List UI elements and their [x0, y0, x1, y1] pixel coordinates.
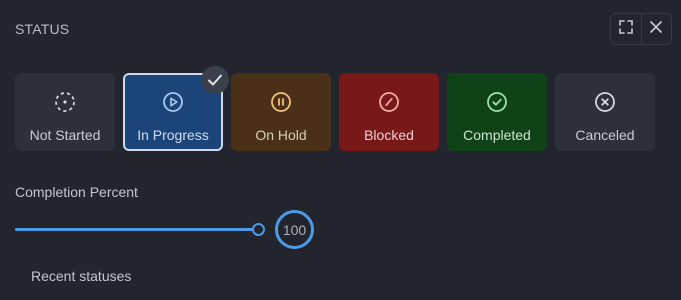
status-option-in-progress[interactable]: In Progress [123, 66, 229, 151]
slider-track-fill [15, 228, 254, 231]
dashed-circle-icon [53, 90, 77, 114]
check-circle-icon [485, 90, 509, 114]
panel-controls [610, 13, 672, 45]
close-icon [649, 20, 663, 39]
fullscreen-button[interactable] [611, 14, 641, 44]
status-option-on-hold[interactable]: On Hold [231, 73, 331, 151]
status-option-label: On Hold [255, 127, 307, 143]
panel-title: STATUS [15, 21, 70, 37]
status-option-label: Completed [463, 127, 531, 143]
completion-percent-label: Completion Percent [15, 184, 138, 200]
status-option-blocked[interactable]: Blocked [339, 73, 439, 151]
status-panel: STATUS Not Started In Progress On Hold Bloc… [0, 0, 681, 300]
completion-value: 100 [275, 210, 314, 249]
status-option-not-started[interactable]: Not Started [15, 73, 115, 151]
fullscreen-icon [618, 19, 634, 40]
status-option-completed[interactable]: Completed [447, 73, 547, 151]
pause-circle-icon [269, 90, 293, 114]
status-options: Not Started In Progress On Hold Blocked Comp… [15, 66, 655, 151]
close-button[interactable] [640, 14, 672, 44]
status-option-label: In Progress [137, 127, 209, 143]
status-option-label: Blocked [364, 127, 414, 143]
x-circle-icon [593, 90, 617, 114]
completion-value-text: 100 [282, 221, 307, 238]
slider-thumb[interactable] [252, 223, 265, 236]
recent-statuses-label: Recent statuses [31, 268, 132, 284]
selected-check-icon [201, 66, 229, 94]
status-option-canceled[interactable]: Canceled [555, 73, 655, 151]
slash-circle-icon [377, 90, 401, 114]
status-option-label: Not Started [29, 127, 101, 143]
play-circle-icon [161, 90, 185, 114]
status-option-label: Canceled [575, 127, 635, 143]
completion-slider[interactable] [15, 222, 265, 238]
